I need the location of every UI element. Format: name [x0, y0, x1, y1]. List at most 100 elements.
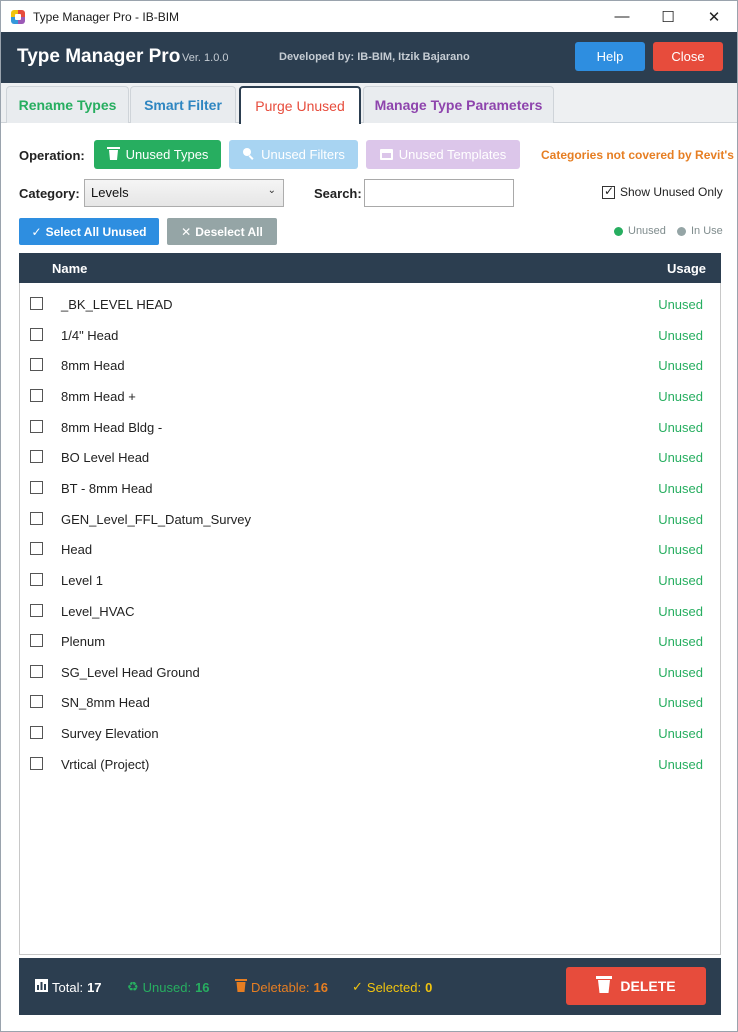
usage-status: Unused — [658, 420, 703, 435]
type-name: SN_8mm Head — [61, 695, 150, 710]
list-item[interactable]: 8mm Head + Unused — [20, 379, 720, 409]
row-checkbox[interactable] — [30, 389, 43, 402]
list-item[interactable]: BO Level Head Unused — [20, 440, 720, 470]
recycle-icon: ♻ — [127, 979, 139, 994]
row-checkbox[interactable] — [30, 757, 43, 770]
list-item[interactable]: SG_Level Head Ground Unused — [20, 655, 720, 685]
search-input[interactable] — [364, 179, 514, 207]
list-item[interactable]: SN_8mm Head Unused — [20, 685, 720, 715]
legend-in-use-label: In Use — [691, 225, 723, 237]
row-checkbox[interactable] — [30, 695, 43, 708]
row-checkbox[interactable] — [30, 512, 43, 525]
type-name: BT - 8mm Head — [61, 481, 153, 496]
types-list[interactable]: _BK_LEVEL HEAD Unused 1/4" Head Unused 8mm… — [19, 283, 721, 955]
categories-note: Categories not covered by Revit's — [541, 148, 734, 162]
usage-status: Unused — [658, 389, 703, 404]
unused-value: 16 — [195, 979, 210, 995]
list-item[interactable]: Plenum Unused — [20, 624, 720, 654]
type-name: _BK_LEVEL HEAD — [61, 297, 173, 312]
tab-smart-filter[interactable]: Smart Filter — [130, 86, 236, 123]
list-item[interactable]: _BK_LEVEL HEAD Unused — [20, 287, 720, 317]
show-unused-only-toggle[interactable]: Show Unused Only — [602, 184, 723, 199]
row-checkbox[interactable] — [30, 542, 43, 555]
deletable-label: Deletable: — [251, 979, 310, 995]
deselect-all-button[interactable]: ✕ Deselect All — [167, 218, 277, 245]
selected-value: 0 — [425, 979, 433, 995]
type-name: GEN_Level_FFL_Datum_Survey — [61, 512, 252, 527]
total-value: 17 — [87, 979, 102, 995]
selected-stat: ✓ Selected: 0 — [352, 979, 432, 995]
in-use-dot-icon — [677, 226, 686, 236]
usage-status: Unused — [658, 634, 703, 649]
status-footer: Total: 17 ♻ Unused: 16 Deletable: 16 ✓ S… — [19, 958, 721, 1015]
list-item[interactable]: GEN_Level_FFL_Datum_Survey Unused — [20, 502, 720, 532]
usage-status: Unused — [658, 573, 703, 588]
check-icon: ✓ — [31, 224, 42, 239]
unused-filters-button[interactable]: Unused Filters — [229, 140, 358, 169]
usage-status: Unused — [658, 512, 703, 527]
row-checkbox[interactable] — [30, 420, 43, 433]
list-item[interactable]: BT - 8mm Head Unused — [20, 471, 720, 501]
unused-dot-icon — [614, 226, 623, 236]
tab-manage-type-parameters[interactable]: Manage Type Parameters — [363, 86, 554, 123]
list-item[interactable]: Head Unused — [20, 532, 720, 562]
row-checkbox[interactable] — [30, 726, 43, 739]
app-header: Type Manager Pro Ver. 1.0.0 Developed by… — [1, 32, 737, 83]
category-label: Category: — [19, 186, 80, 201]
select-all-unused-button[interactable]: ✓ Select All Unused — [19, 218, 159, 245]
row-checkbox[interactable] — [30, 297, 43, 310]
row-checkbox[interactable] — [30, 573, 43, 586]
row-checkbox[interactable] — [30, 358, 43, 371]
row-checkbox[interactable] — [30, 328, 43, 341]
row-checkbox[interactable] — [30, 634, 43, 647]
legend-in-use: In Use — [677, 225, 723, 237]
list-item[interactable]: Level 1 Unused — [20, 563, 720, 593]
app-window: Type Manager Pro - IB-BIM — ☐ ✕ Type Man… — [0, 0, 738, 1032]
usage-status: Unused — [658, 542, 703, 557]
trash-icon — [596, 976, 613, 996]
usage-status: Unused — [658, 604, 703, 619]
category-select[interactable]: Levels ⌄ — [84, 179, 284, 207]
list-item[interactable]: Level_HVAC Unused — [20, 594, 720, 624]
list-item[interactable]: Survey Elevation Unused — [20, 716, 720, 746]
chart-icon — [35, 979, 48, 995]
type-name: Level_HVAC — [61, 604, 135, 619]
row-checkbox[interactable] — [30, 481, 43, 494]
column-header-usage[interactable]: Usage — [667, 261, 706, 276]
total-label: Total: — [52, 979, 84, 995]
close-window-icon[interactable]: ✕ — [691, 1, 737, 32]
delete-button[interactable]: DELETE — [566, 967, 706, 1005]
tab-purge-unused[interactable]: Purge Unused — [239, 86, 361, 124]
row-checkbox[interactable] — [30, 665, 43, 678]
tab-bar: Rename Types Smart Filter Purge Unused M… — [1, 83, 737, 124]
type-name: BO Level Head — [61, 450, 150, 465]
tab-rename-types[interactable]: Rename Types — [6, 86, 129, 123]
row-checkbox[interactable] — [30, 450, 43, 463]
row-checkbox[interactable] — [30, 604, 43, 617]
legend-unused-label: Unused — [628, 225, 666, 237]
type-name: 1/4" Head — [61, 328, 119, 343]
window-title: Type Manager Pro - IB-BIM — [33, 9, 180, 24]
list-item[interactable]: 8mm Head Bldg - Unused — [20, 410, 720, 440]
unused-types-label: Unused Types — [125, 147, 209, 162]
minimize-icon[interactable]: — — [599, 1, 645, 32]
list-item[interactable]: 1/4" Head Unused — [20, 318, 720, 348]
unused-types-button[interactable]: Unused Types — [94, 140, 221, 169]
total-stat: Total: 17 — [35, 979, 102, 995]
version-label: Ver. 1.0.0 — [182, 52, 229, 64]
type-name: 8mm Head Bldg - — [61, 420, 163, 435]
help-button[interactable]: Help — [575, 42, 645, 71]
unused-templates-button[interactable]: Unused Templates — [366, 140, 520, 169]
trash-icon — [106, 146, 120, 163]
show-unused-only-checkbox[interactable] — [602, 184, 615, 199]
unused-label: Unused: — [142, 979, 192, 995]
usage-status: Unused — [658, 757, 703, 772]
close-button[interactable]: Close — [653, 42, 723, 71]
x-icon: ✕ — [181, 224, 192, 239]
list-item[interactable]: Vrtical (Project) Unused — [20, 747, 720, 777]
search-icon — [242, 147, 255, 163]
maximize-icon[interactable]: ☐ — [645, 1, 691, 32]
list-item[interactable]: 8mm Head Unused — [20, 348, 720, 378]
list-header: Name Usage — [19, 253, 721, 283]
column-header-name[interactable]: Name — [52, 261, 87, 276]
